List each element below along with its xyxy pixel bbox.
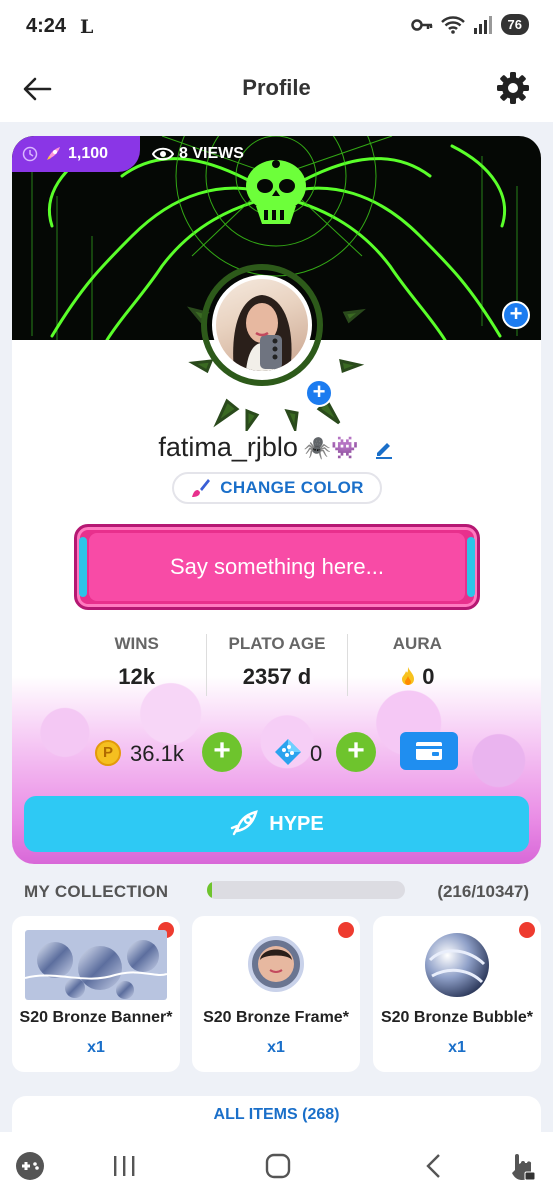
item-name: S20 Bronze Banner* — [19, 1009, 173, 1026]
stat-label: WINS — [114, 634, 159, 653]
stat-aura: AURA 0 — [346, 634, 487, 696]
system-nav-bar — [0, 1132, 553, 1200]
username: fatima_rjblo — [158, 432, 298, 462]
game-launcher-button[interactable] — [14, 1150, 46, 1182]
app-bar: Profile — [0, 56, 553, 122]
points-badge[interactable]: 1,100 — [12, 136, 140, 172]
pencil-icon[interactable] — [373, 437, 395, 459]
collection-items: S20 Bronze Banner* x1 S20 Bronze Frame* … — [12, 916, 541, 1072]
status-message-box[interactable]: Say something here... — [74, 524, 480, 610]
say-box-left-edge — [79, 537, 87, 597]
status-time: 4:24 — [26, 15, 67, 37]
signal-icon — [473, 15, 492, 34]
coin-icon: P — [95, 740, 121, 766]
gem-balance: 0 — [310, 741, 323, 766]
hand-lock-icon — [512, 1154, 536, 1181]
stat-aura-value: 0 — [348, 664, 487, 690]
profile-card: 1,100 8 VIEWS + + fatima_rjblo 🕷️👾 CHANG… — [12, 136, 541, 864]
chrome-bubble-image — [425, 933, 489, 997]
change-color-label: CHANGE COLOR — [220, 478, 364, 497]
avatar-frame: + — [187, 261, 367, 431]
eye-icon — [152, 147, 174, 161]
collection-item-banner[interactable]: S20 Bronze Banner* x1 — [12, 916, 180, 1072]
change-color-button[interactable]: CHANGE COLOR — [172, 472, 382, 504]
add-coins-button[interactable]: + — [202, 732, 242, 772]
collection-item-bubble[interactable]: S20 Bronze Bubble* x1 — [373, 916, 541, 1072]
recents-icon — [114, 1156, 135, 1176]
chrome-frame-image — [248, 936, 304, 992]
collection-title: MY COLLECTION — [24, 882, 169, 901]
item-qty: x1 — [87, 1039, 105, 1056]
wallet-button[interactable] — [400, 732, 458, 770]
stat-plato-age: PLATO AGE 2357 d — [206, 634, 346, 696]
system-back-button[interactable] — [418, 1150, 450, 1182]
carrier-icon: L — [80, 16, 94, 38]
stat-wins: WINS 12k — [67, 634, 206, 696]
accessibility-button[interactable] — [506, 1150, 538, 1182]
collection-progress-bar — [207, 881, 405, 899]
item-qty: x1 — [448, 1039, 466, 1056]
status-icons: 76 — [410, 14, 529, 35]
status-message-text: Say something here... — [89, 533, 465, 601]
status-bar: 4:24 L 76 — [0, 0, 553, 56]
hype-button[interactable]: HYPE — [24, 796, 529, 852]
all-items-button[interactable]: ALL ITEMS (268) — [12, 1096, 541, 1132]
page-title: Profile — [242, 75, 311, 100]
flame-icon — [402, 667, 415, 685]
edit-avatar-button[interactable]: + — [305, 379, 333, 407]
say-box-right-edge — [467, 537, 475, 597]
stat-value: 12k — [118, 664, 156, 689]
new-badge — [338, 922, 354, 938]
stat-label: AURA — [392, 634, 442, 653]
home-button[interactable] — [262, 1150, 294, 1182]
collection-item-frame[interactable]: S20 Bronze Frame* x1 — [192, 916, 360, 1072]
gamepad-icon — [16, 1152, 44, 1180]
points-value: 1,100 — [68, 145, 109, 162]
aura-value: 0 — [422, 664, 435, 689]
views-counter: 8 VIEWS — [152, 145, 244, 163]
rocket-icon — [231, 810, 259, 836]
stat-value: 2357 d — [242, 664, 312, 689]
home-icon — [265, 1153, 291, 1179]
new-badge — [519, 922, 535, 938]
avatar[interactable] — [212, 275, 312, 375]
add-gems-button[interactable]: + — [336, 732, 376, 772]
hype-label: HYPE — [269, 812, 324, 835]
chevron-left-icon — [426, 1154, 440, 1178]
currency-row: P 36.1k + 0 + — [12, 732, 541, 772]
username-row: fatima_rjblo 🕷️👾 — [12, 432, 541, 463]
key-icon — [410, 18, 432, 31]
views-label: 8 VIEWS — [179, 145, 244, 162]
gear-icon — [497, 72, 529, 104]
collection-progress-fill — [207, 881, 212, 899]
gem-icon — [275, 739, 301, 765]
recents-button[interactable] — [108, 1150, 140, 1182]
profile-photo — [233, 295, 292, 371]
settings-button[interactable] — [495, 70, 531, 106]
rocket-icon — [47, 147, 60, 160]
collection-header: MY COLLECTION (216/10347) — [24, 880, 529, 902]
stat-label: PLATO AGE — [228, 634, 326, 653]
coin-balance: 36.1k — [130, 741, 184, 766]
item-name: S20 Bronze Frame* — [203, 1009, 349, 1026]
collection-count: (216/10347) — [437, 882, 529, 901]
stats-row: WINS 12k PLATO AGE 2357 d AURA 0 — [67, 634, 487, 696]
clock-icon — [22, 146, 38, 162]
battery-badge: 76 — [500, 14, 529, 35]
wifi-icon — [440, 15, 465, 34]
wallet-icon — [416, 742, 442, 760]
username-emoji: 🕷️👾 — [303, 434, 359, 460]
item-qty: x1 — [267, 1039, 285, 1056]
chrome-banner-image — [25, 930, 167, 1000]
edit-banner-button[interactable]: + — [502, 301, 530, 329]
paintbrush-icon — [192, 479, 211, 497]
item-name: S20 Bronze Bubble* — [380, 1009, 534, 1026]
